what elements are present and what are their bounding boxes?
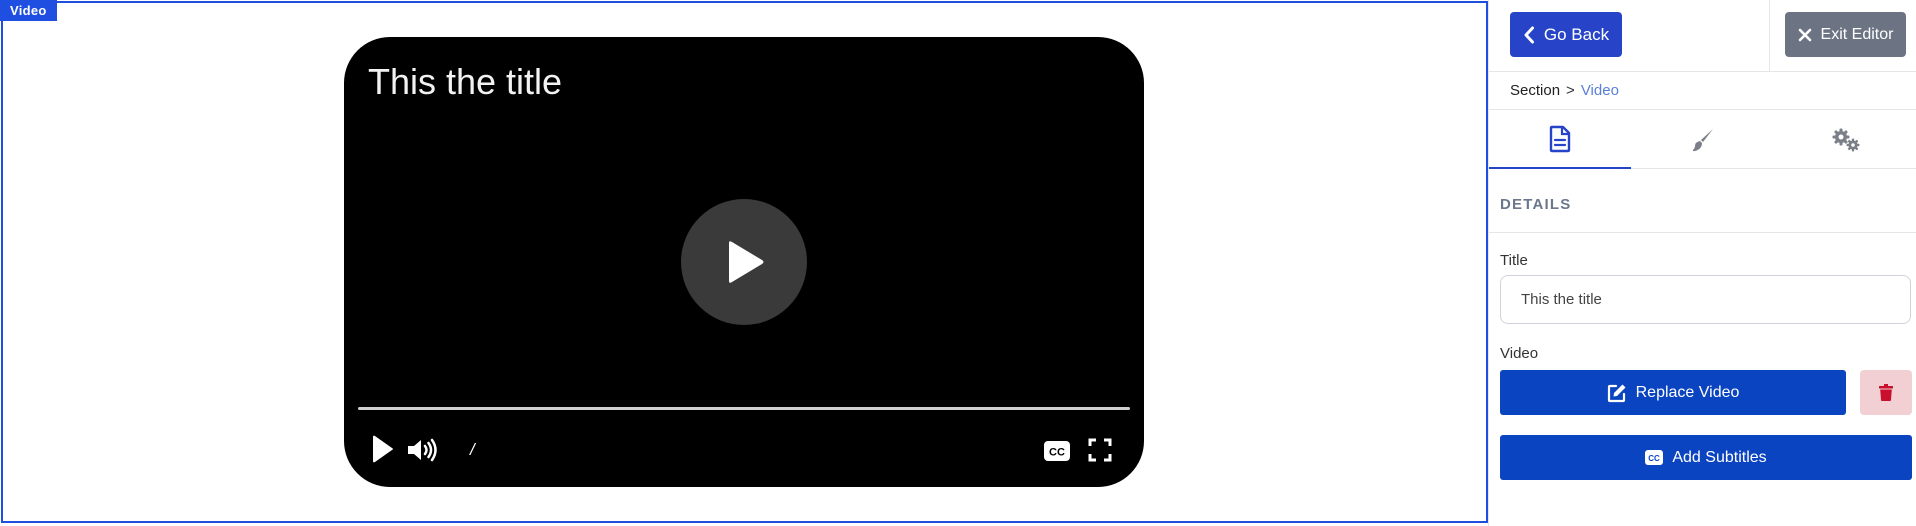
editor-sidebar: Go Back Exit Editor Section > Video DETA… bbox=[1488, 0, 1916, 526]
go-back-label: Go Back bbox=[1543, 24, 1610, 44]
details-heading: DETAILS bbox=[1500, 196, 1572, 213]
play-icon bbox=[729, 241, 764, 283]
play-icon bbox=[373, 435, 393, 463]
go-back-button[interactable]: Go Back bbox=[1510, 12, 1622, 57]
video-title: This the title bbox=[368, 61, 563, 102]
sidebar-tabs bbox=[1489, 109, 1916, 169]
exit-editor-label: Exit Editor bbox=[1820, 25, 1894, 43]
video-player[interactable]: This the title / CC bbox=[344, 37, 1144, 487]
fullscreen-icon bbox=[1088, 438, 1112, 462]
document-icon bbox=[1549, 125, 1571, 152]
breadcrumb-separator: > bbox=[1566, 82, 1575, 99]
tab-content[interactable] bbox=[1489, 110, 1631, 169]
chevron-left-icon bbox=[1524, 26, 1534, 43]
breadcrumb-parent[interactable]: Section bbox=[1510, 82, 1560, 99]
breadcrumb: Section > Video bbox=[1510, 82, 1619, 99]
topbar-divider bbox=[1769, 0, 1770, 72]
gears-icon bbox=[1832, 128, 1860, 151]
add-subtitles-label: Add Subtitles bbox=[1672, 448, 1767, 466]
exit-editor-button[interactable]: Exit Editor bbox=[1785, 12, 1906, 57]
tab-style[interactable] bbox=[1632, 110, 1774, 169]
fullscreen-button[interactable] bbox=[1088, 438, 1112, 467]
title-input[interactable] bbox=[1500, 275, 1911, 324]
svg-text:CC: CC bbox=[1049, 447, 1065, 459]
breadcrumb-current: Video bbox=[1580, 82, 1619, 99]
editor-canvas: Video This the title / CC bbox=[0, 0, 1488, 526]
title-field-label: Title bbox=[1500, 252, 1528, 269]
sidebar-topbar: Go Back Exit Editor bbox=[1489, 0, 1916, 72]
add-subtitles-button[interactable]: CC Add Subtitles bbox=[1500, 435, 1912, 480]
close-icon bbox=[1798, 28, 1811, 41]
brush-icon bbox=[1692, 128, 1713, 151]
volume-button[interactable] bbox=[406, 437, 438, 468]
big-play-button[interactable] bbox=[681, 199, 807, 325]
svg-text:CC: CC bbox=[1649, 454, 1661, 463]
section-type-tag: Video bbox=[0, 0, 57, 21]
replace-video-button[interactable]: Replace Video bbox=[1500, 370, 1846, 415]
trash-icon bbox=[1879, 384, 1893, 401]
delete-video-button[interactable] bbox=[1860, 370, 1912, 415]
video-field-label: Video bbox=[1500, 345, 1539, 362]
closed-captions-icon: CC bbox=[1044, 441, 1070, 461]
play-button[interactable] bbox=[370, 435, 394, 468]
divider bbox=[1489, 232, 1916, 233]
tab-settings[interactable] bbox=[1775, 110, 1916, 169]
edit-icon bbox=[1607, 384, 1626, 402]
time-display: / bbox=[470, 440, 475, 459]
closed-captions-icon: CC bbox=[1645, 450, 1664, 465]
progress-bar[interactable] bbox=[358, 407, 1130, 410]
volume-icon bbox=[408, 438, 437, 462]
replace-video-label: Replace Video bbox=[1635, 383, 1740, 401]
captions-button[interactable]: CC bbox=[1044, 441, 1070, 466]
